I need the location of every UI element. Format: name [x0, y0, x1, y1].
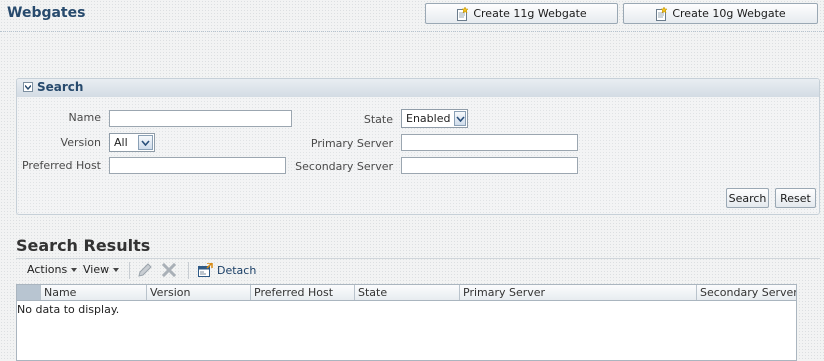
state-label: State: [363, 113, 393, 126]
search-results-title: Search Results: [16, 236, 151, 255]
secondary-server-input[interactable]: [401, 157, 578, 174]
delete-x-icon[interactable]: [161, 262, 177, 278]
version-select[interactable]: All: [109, 133, 155, 152]
column-header-preferred-host[interactable]: Preferred Host: [250, 285, 354, 300]
create-10g-webgate-label: Create 10g Webgate: [672, 7, 786, 20]
column-header-version[interactable]: Version: [146, 285, 250, 300]
create-11g-webgate-button[interactable]: Create 11g Webgate: [425, 3, 618, 24]
secondary-server-label: Secondary Server: [295, 160, 393, 173]
state-selected-value: Enabled: [406, 112, 451, 125]
dropdown-arrow[interactable]: [138, 135, 153, 150]
view-menu-label: View: [83, 263, 110, 276]
view-menu[interactable]: View: [83, 263, 120, 276]
row-selector-header[interactable]: [17, 285, 40, 300]
chevron-down-icon: [141, 139, 150, 146]
search-panel-title: Search: [37, 80, 84, 94]
collapse-toggle[interactable]: [23, 82, 33, 92]
dropdown-arrow[interactable]: [454, 111, 466, 126]
column-header-name[interactable]: Name: [40, 285, 146, 300]
detach-icon: [198, 263, 213, 277]
caret-down-icon: [113, 267, 120, 272]
create-10g-webgate-button[interactable]: Create 10g Webgate: [623, 3, 818, 24]
primary-server-label: Primary Server: [310, 137, 393, 150]
detach-label: Detach: [217, 264, 257, 277]
column-header-secondary-server[interactable]: Secondary Server: [696, 285, 796, 300]
state-select[interactable]: Enabled: [401, 109, 468, 128]
name-label: Name: [68, 111, 101, 124]
reset-button[interactable]: Reset: [775, 188, 816, 208]
version-selected-value: All: [114, 136, 128, 149]
header-divider: [0, 31, 824, 32]
chevron-down-icon: [25, 84, 31, 90]
new-item-icon: [656, 6, 668, 21]
column-header-primary-server[interactable]: Primary Server: [459, 285, 696, 300]
actions-menu-label: Actions: [27, 263, 68, 276]
results-divider: [16, 258, 820, 259]
toolbar-separator: [129, 262, 130, 279]
column-header-state[interactable]: State: [354, 285, 459, 300]
chevron-down-icon: [456, 115, 465, 122]
search-panel-header: [17, 79, 819, 97]
preferred-host-label: Preferred Host: [21, 159, 101, 172]
toolbar-separator: [188, 262, 189, 279]
primary-server-input[interactable]: [401, 134, 578, 151]
version-label: Version: [60, 136, 101, 149]
name-input[interactable]: [109, 110, 292, 127]
page-title: Webgates: [7, 5, 86, 21]
create-11g-webgate-label: Create 11g Webgate: [473, 7, 587, 20]
pencil-icon[interactable]: [137, 262, 153, 278]
caret-down-icon: [71, 267, 78, 272]
actions-menu[interactable]: Actions: [27, 263, 78, 276]
search-button[interactable]: Search: [726, 188, 769, 208]
preferred-host-input[interactable]: [109, 157, 286, 174]
new-item-icon: [457, 6, 469, 21]
detach-button[interactable]: Detach: [197, 263, 256, 278]
empty-table-message: No data to display.: [17, 303, 120, 316]
